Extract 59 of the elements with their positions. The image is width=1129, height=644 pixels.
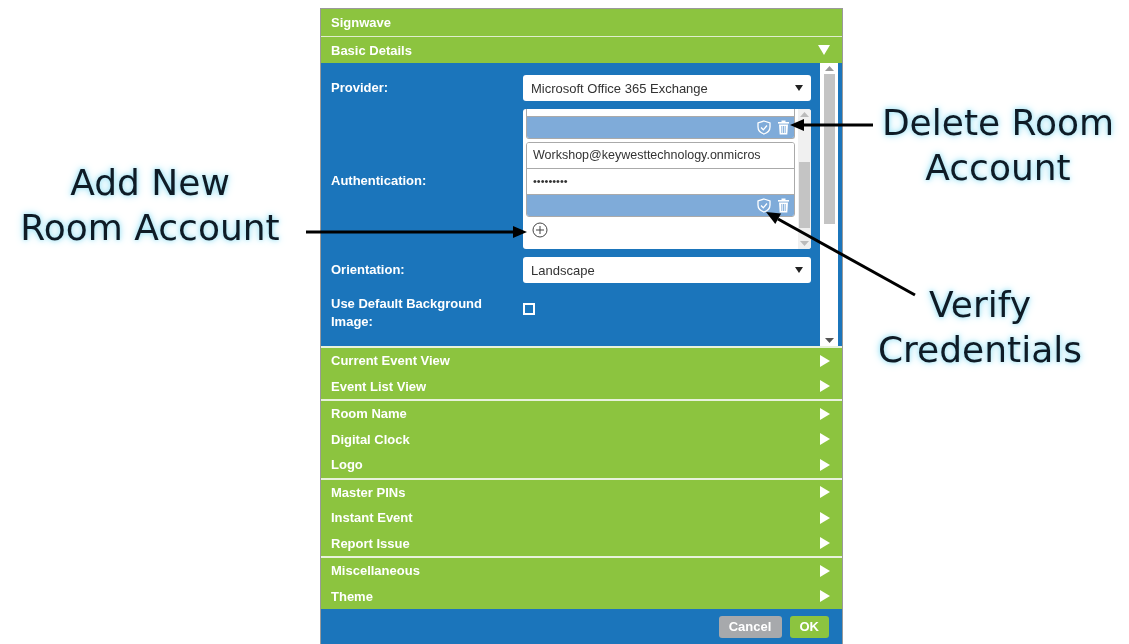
section-header[interactable]: Digital Clock — [321, 426, 842, 452]
section-header[interactable]: Event List View — [321, 373, 842, 399]
caret-icon — [820, 537, 830, 550]
section-title: Logo — [331, 457, 363, 473]
section-title: Theme — [331, 588, 373, 604]
section-title: Miscellaneous — [331, 563, 420, 579]
scrollbar[interactable] — [798, 109, 811, 249]
section-title: Current Event View — [331, 353, 450, 369]
caret-icon — [820, 458, 830, 471]
section-title: Master PINs — [331, 484, 406, 500]
section-header[interactable]: Logo — [321, 452, 842, 478]
callout-text: Verify Credentials — [876, 283, 1083, 372]
field-label: Orientation: — [331, 261, 406, 279]
section-title: Basic Details — [331, 42, 412, 58]
input-field[interactable] — [527, 109, 794, 117]
scroll-up-icon[interactable] — [824, 66, 834, 71]
ok-button[interactable]: OK — [789, 615, 829, 638]
callout-text: Delete Room Account — [880, 101, 1116, 190]
scroll-down-icon[interactable] — [824, 338, 834, 343]
trash-icon[interactable] — [777, 198, 790, 213]
section-title: Room Name — [331, 406, 407, 422]
section-header[interactable]: Master PINs — [321, 479, 842, 505]
dropdown[interactable]: Landscape — [523, 257, 811, 283]
caret-icon — [818, 44, 830, 56]
caret-icon — [820, 564, 830, 577]
field-label: Authentication: — [331, 172, 428, 190]
checkbox[interactable] — [523, 302, 535, 315]
cancel-button[interactable]: Cancel — [718, 615, 782, 638]
field-label: Use Default Background Image: — [331, 295, 483, 331]
section-header[interactable]: Current Event View — [321, 348, 842, 374]
section-header[interactable]: Instant Event — [321, 505, 842, 531]
section-header[interactable]: Room Name — [321, 401, 842, 427]
section-title: Instant Event — [331, 510, 413, 526]
dropdown[interactable]: Microsoft Office 365 Exchange — [523, 75, 811, 101]
email-field[interactable]: Workshop@keywesttechnology.onmicros — [527, 143, 794, 169]
caret-icon — [820, 354, 830, 367]
verify-shield-icon[interactable] — [757, 198, 771, 213]
window-title: Signwave — [321, 9, 842, 37]
trash-icon[interactable] — [777, 120, 790, 135]
dropdown-arrow-icon — [795, 85, 803, 91]
section-header[interactable]: Basic Details — [321, 37, 842, 63]
section-title: Report Issue — [331, 535, 410, 551]
section-header[interactable]: Miscellaneous — [321, 558, 842, 584]
caret-icon — [820, 511, 830, 524]
dropdown-arrow-icon — [795, 267, 803, 273]
caret-icon — [820, 407, 830, 420]
field-label: Provider: — [331, 79, 390, 97]
caret-icon — [820, 590, 830, 603]
section-header[interactable]: Report Issue — [321, 530, 842, 556]
scrollbar[interactable] — [820, 63, 838, 346]
section-header[interactable]: Theme — [321, 583, 842, 609]
scroll-up-icon[interactable] — [800, 112, 809, 117]
add-icon[interactable] — [532, 222, 548, 238]
caret-icon — [820, 433, 830, 446]
caret-icon — [820, 380, 830, 393]
callout-text: Add New Room Account — [19, 161, 281, 250]
caret-icon — [820, 486, 830, 499]
section-title: Event List View — [331, 378, 427, 394]
section-title: Digital Clock — [331, 431, 410, 447]
